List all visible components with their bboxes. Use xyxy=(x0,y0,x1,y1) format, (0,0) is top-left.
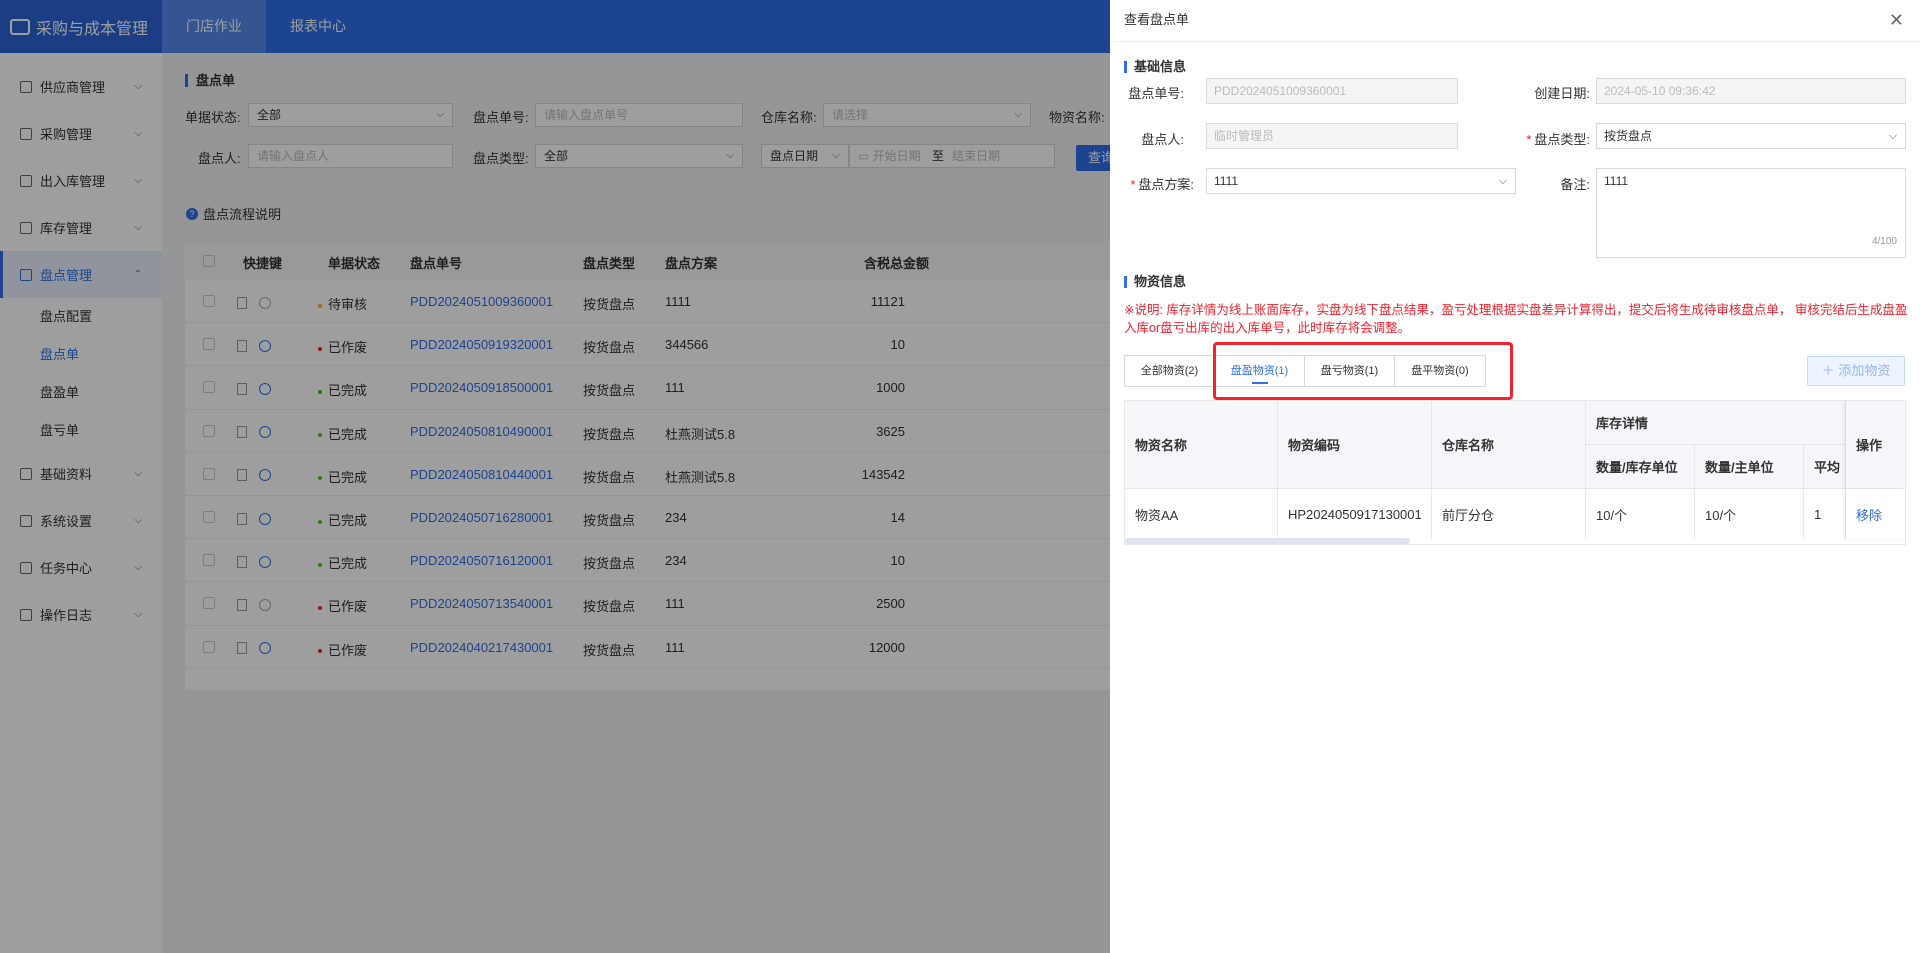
drawer-header: 查看盘点单 ✕ xyxy=(1110,0,1920,42)
material-table: 物资名称 物资编码 仓库名称 库存详情 数量/库存单位 数量/主单位 平均 操作… xyxy=(1124,400,1906,545)
chevron-down-icon: ⌵ xyxy=(1888,130,1897,142)
th-warehouse: 仓库名称 xyxy=(1432,401,1586,489)
remark-char-count: 4/100 xyxy=(1871,236,1897,247)
th-qty-main-unit: 数量/主单位 xyxy=(1695,445,1804,489)
type-label: * 盘点类型: xyxy=(1526,132,1590,147)
material-info-title: 物资信息 xyxy=(1124,275,1186,288)
td-warehouse: 前厅分仓 xyxy=(1432,489,1586,539)
create-date-label: 创建日期: xyxy=(1534,86,1590,101)
add-material-button[interactable]: ＋ 添加物资 xyxy=(1807,356,1905,386)
person-field: 临时管理员 xyxy=(1206,123,1458,149)
remark-value: 1111 xyxy=(1604,174,1629,188)
plan-select[interactable]: 1111 ⌵ xyxy=(1206,168,1516,194)
plan-label-text: 盘点方案: xyxy=(1138,177,1194,192)
td-name: 物资AA xyxy=(1125,489,1278,539)
person-label: 盘点人: xyxy=(1141,132,1184,147)
td-qty-stock-unit: 10/个 xyxy=(1586,489,1695,539)
th-code: 物资编码 xyxy=(1278,401,1432,489)
modal-mask[interactable] xyxy=(0,0,1110,953)
td-code: HP2024050917130001 xyxy=(1278,489,1432,539)
th-name: 物资名称 xyxy=(1125,401,1278,489)
horizontal-scrollbar[interactable] xyxy=(1125,538,1410,544)
create-date-field: 2024-05-10 09:36:42 xyxy=(1596,78,1906,104)
type-value: 按货盘点 xyxy=(1604,129,1653,143)
plan-value: 1111 xyxy=(1214,174,1239,188)
th-stock-detail: 库存详情 xyxy=(1586,401,1846,445)
remark-textarea[interactable]: 1111 4/100 xyxy=(1596,168,1906,258)
td-qty-main-unit: 10/个 xyxy=(1695,489,1804,539)
view-stocktake-drawer: 查看盘点单 ✕ 基础信息 盘点单号: PDD2024051009360001 创… xyxy=(1110,0,1920,953)
remove-link[interactable]: 移除 xyxy=(1846,489,1905,539)
th-avg: 平均 xyxy=(1804,445,1846,489)
td-avg: 1 xyxy=(1804,489,1846,539)
drawer-title: 查看盘点单 xyxy=(1124,12,1190,27)
type-label-text: 盘点类型: xyxy=(1534,132,1590,147)
basic-info-title: 基础信息 xyxy=(1124,60,1186,73)
close-icon[interactable]: ✕ xyxy=(1889,0,1904,40)
highlight-box xyxy=(1213,342,1513,400)
material-note: ※说明: 库存详情为线上账面库存，实盘为线下盘点结果，盈亏处理根据实盘差异计算得… xyxy=(1124,303,1908,335)
tab-all-materials[interactable]: 全部物资(2) xyxy=(1125,356,1215,386)
plus-icon: ＋ xyxy=(1821,363,1835,378)
chevron-down-icon: ⌵ xyxy=(1498,175,1507,187)
type-select[interactable]: 按货盘点 ⌵ xyxy=(1596,123,1906,149)
add-material-label: 添加物资 xyxy=(1838,363,1891,378)
th-op: 操作 xyxy=(1846,401,1905,489)
plan-label: * 盘点方案: xyxy=(1130,177,1194,192)
remark-label: 备注: xyxy=(1560,177,1590,192)
th-qty-stock-unit: 数量/库存单位 xyxy=(1586,445,1695,489)
no-field: PDD2024051009360001 xyxy=(1206,78,1458,104)
no-label: 盘点单号: xyxy=(1128,86,1184,101)
